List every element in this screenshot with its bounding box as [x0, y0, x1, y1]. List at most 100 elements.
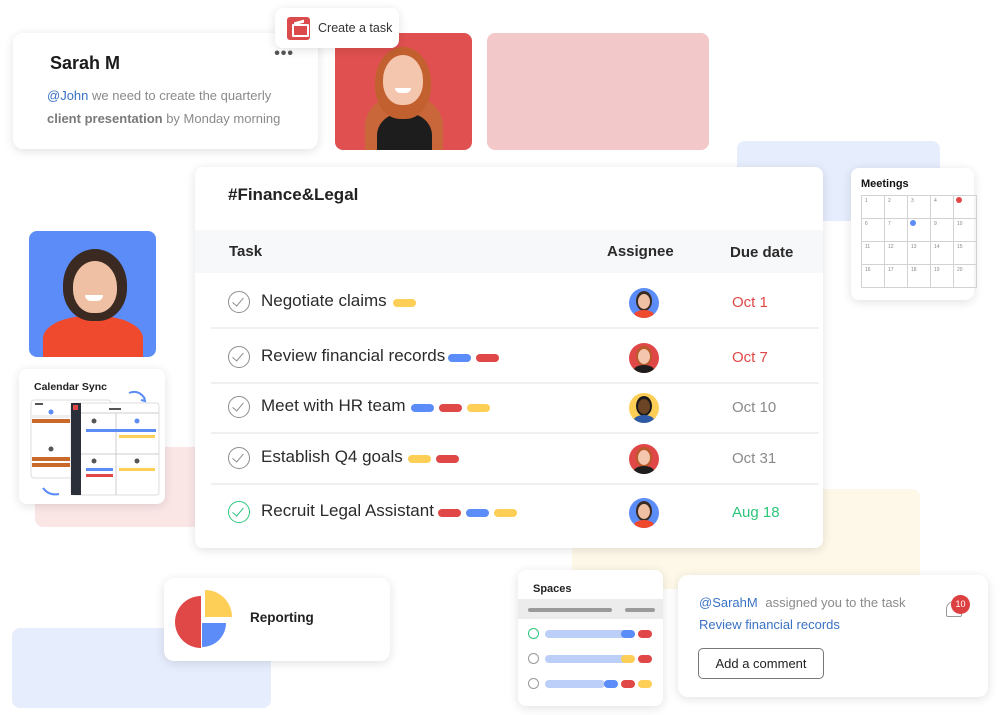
calendar-day[interactable]: [954, 196, 977, 219]
calendar-day[interactable]: 1: [862, 196, 885, 219]
task-name[interactable]: Negotiate claims: [261, 291, 387, 311]
assignee-avatar[interactable]: [629, 498, 659, 528]
tag-red: [638, 630, 652, 638]
task-name[interactable]: Establish Q4 goals: [261, 447, 403, 467]
calendar-day[interactable]: 9: [931, 219, 954, 242]
calendar-sync-widget: Calendar Sync: [19, 369, 165, 504]
spaces-header: [518, 599, 663, 619]
spaces-title: Spaces: [533, 583, 572, 595]
create-task-icon: [287, 16, 310, 40]
calendar-day[interactable]: 3: [908, 196, 931, 219]
space-row[interactable]: [518, 624, 663, 644]
task-link[interactable]: Review financial records: [699, 617, 840, 632]
task-tags: [411, 404, 490, 412]
meetings-title: Meetings: [861, 178, 909, 190]
sync-arrow-icon: [128, 390, 146, 400]
reporting-label: Reporting: [250, 610, 314, 625]
calendar-day[interactable]: 4: [931, 196, 954, 219]
calendar-day[interactable]: 7: [885, 219, 908, 242]
message-fragment: we need to create the quarterly: [88, 88, 272, 103]
space-row[interactable]: [518, 649, 663, 669]
calendar-day[interactable]: 13: [908, 242, 931, 265]
space-name-placeholder: [545, 680, 605, 688]
meetings-calendar-grid: 1 2 3 4 6 7 9 10 11 12 13 14 15 16 17 18 19 20: [861, 195, 977, 288]
task-name[interactable]: Meet with HR team: [261, 396, 406, 416]
check-circle-icon[interactable]: [228, 447, 250, 469]
due-date: Oct 10: [732, 399, 777, 416]
calendar-day[interactable]: 2: [885, 196, 908, 219]
table-header: Task Assignee Due date: [195, 230, 823, 273]
column-header-assignee[interactable]: Assignee: [607, 243, 674, 260]
calendar-day[interactable]: 14: [931, 242, 954, 265]
column-header-due-date[interactable]: Due date: [730, 244, 793, 261]
check-circle-complete-icon[interactable]: [228, 501, 250, 523]
calendar-day[interactable]: 11: [862, 242, 885, 265]
pie-chart-icon: [175, 590, 232, 648]
space-name-placeholder: [545, 655, 629, 663]
create-task-button[interactable]: Create a task: [275, 8, 399, 48]
event-dot: [956, 197, 962, 203]
meetings-widget: Meetings 1 2 3 4 6 7 9 10 11 12 13 14 15 16 17 18 19 20: [851, 168, 977, 300]
tag-yellow: [638, 680, 652, 688]
check-circle-icon[interactable]: [228, 291, 250, 313]
assignee-avatar[interactable]: [629, 444, 659, 474]
check-circle-icon[interactable]: [228, 346, 250, 368]
message-fragment: by Monday morning: [162, 111, 281, 126]
sync-arrow-icon: [42, 487, 60, 496]
reporting-widget[interactable]: Reporting: [164, 578, 390, 661]
bg-pink-block-top: [487, 33, 709, 150]
column-header-task[interactable]: Task: [229, 243, 262, 260]
mention-link[interactable]: @John: [47, 88, 88, 103]
calendar-day[interactable]: 12: [885, 242, 908, 265]
table-row[interactable]: Meet with HR team Oct 10: [211, 382, 819, 434]
spaces-widget: Spaces: [518, 570, 663, 706]
message-bold-fragment: client presentation: [47, 111, 163, 126]
calendar-day[interactable]: 16: [862, 265, 885, 288]
tag-red: [638, 655, 652, 663]
tag-yellow: [467, 404, 490, 412]
due-date: Oct 31: [732, 450, 777, 467]
add-comment-button[interactable]: Add a comment: [698, 648, 824, 679]
table-row[interactable]: Review financial records Oct 7: [211, 332, 819, 384]
task-tags: [393, 299, 416, 307]
message-card: Sarah M ••• @John we need to create the …: [13, 33, 318, 149]
calendar-day[interactable]: 18: [908, 265, 931, 288]
channel-title: #Finance&Legal: [228, 185, 359, 204]
check-circle-complete-icon[interactable]: [528, 628, 539, 639]
calendar-day[interactable]: 19: [931, 265, 954, 288]
calendar-day[interactable]: 15: [954, 242, 977, 265]
tag-blue: [466, 509, 489, 517]
table-row[interactable]: Negotiate claims Oct 1: [211, 277, 819, 329]
table-row[interactable]: Recruit Legal Assistant Aug 18: [211, 487, 819, 539]
task-tags: [408, 455, 459, 463]
tag-red: [436, 455, 459, 463]
calendar-day[interactable]: 10: [954, 219, 977, 242]
calendar-day[interactable]: 6: [862, 219, 885, 242]
profile-photo-woman: [29, 231, 156, 357]
create-task-label: Create a task: [318, 21, 393, 35]
task-name[interactable]: Recruit Legal Assistant: [261, 501, 434, 521]
mention-link[interactable]: @SarahM: [699, 595, 758, 610]
tag-blue: [621, 630, 635, 638]
space-name-placeholder: [545, 630, 629, 638]
calendar-day[interactable]: [908, 219, 931, 242]
tag-red: [621, 680, 635, 688]
check-circle-icon[interactable]: [528, 653, 539, 664]
assignee-avatar[interactable]: [629, 343, 659, 373]
tag-yellow: [621, 655, 635, 663]
due-date: Oct 7: [732, 349, 768, 366]
assignee-avatar[interactable]: [629, 393, 659, 423]
task-name[interactable]: Review financial records: [261, 346, 445, 366]
check-circle-icon[interactable]: [228, 396, 250, 418]
calendar-day[interactable]: 17: [885, 265, 908, 288]
profile-photo-redhead: [335, 33, 472, 150]
check-circle-icon[interactable]: [528, 678, 539, 689]
task-tags: [438, 509, 517, 517]
table-row[interactable]: Establish Q4 goals Oct 31: [211, 433, 819, 485]
tag-yellow: [408, 455, 431, 463]
assignee-avatar[interactable]: [629, 288, 659, 318]
space-row[interactable]: [518, 674, 663, 694]
tag-blue: [448, 354, 471, 362]
tag-blue: [604, 680, 618, 688]
calendar-day[interactable]: 20: [954, 265, 977, 288]
